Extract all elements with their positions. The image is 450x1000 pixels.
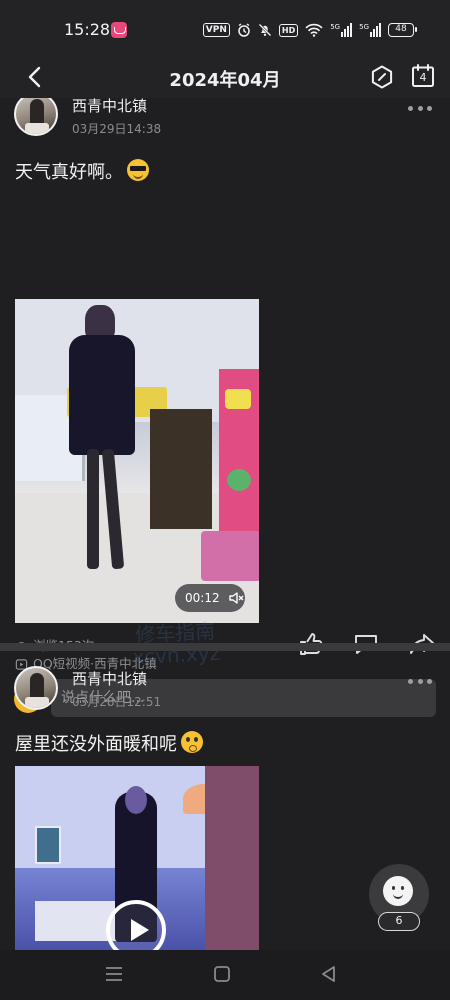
more-options-button[interactable] [408, 675, 432, 687]
video-player[interactable] [15, 766, 259, 950]
status-time: 15:28 [64, 20, 111, 39]
vpn-icon: VPN [202, 23, 230, 37]
wifi-icon [305, 23, 323, 37]
nav-bar: 2024年04月 4 [0, 58, 450, 98]
hexagon-filter-icon[interactable] [369, 64, 395, 90]
app-notification-icon [111, 22, 127, 38]
comment-row [0, 679, 450, 719]
back-triangle-icon[interactable] [318, 964, 340, 984]
calendar-button[interactable]: 4 [410, 63, 436, 89]
mute-bell-icon [258, 23, 272, 37]
mute-icon[interactable] [228, 590, 244, 606]
post-timestamp: 03月28日12:51 [72, 695, 162, 709]
hd-icon: HD [278, 23, 299, 37]
feed[interactable]: 西青中北镇 03月29日14:38 天气真好啊。 00:12 QQ短视频·西青中… [0, 98, 450, 950]
smiley-icon [383, 876, 413, 906]
more-options-button[interactable] [408, 102, 432, 114]
author-avatar[interactable] [14, 98, 58, 136]
flushed-emoji-icon [181, 731, 203, 753]
status-bar: 15:28 VPN HD 5G 5G 48 [0, 0, 450, 58]
play-button[interactable] [106, 900, 166, 950]
post-text: 天气真好啊。 [15, 158, 149, 184]
battery-icon: 48 [388, 23, 417, 37]
author-name[interactable]: 西青中北镇 [72, 98, 147, 116]
floating-count-badge[interactable]: 6 [378, 912, 420, 931]
home-icon[interactable] [211, 964, 233, 984]
video-duration-badge[interactable]: 00:12 [175, 584, 245, 612]
video-player[interactable]: 00:12 [15, 299, 259, 623]
calendar-day: 4 [419, 71, 427, 84]
post-text-content: 天气真好啊。 [15, 162, 123, 183]
post-text: 屋里还没外面暖和呢 [15, 730, 203, 756]
video-duration: 00:12 [185, 591, 220, 605]
author-avatar[interactable] [14, 666, 58, 710]
post-timestamp: 03月29日14:38 [72, 122, 162, 136]
menu-icon[interactable] [103, 964, 125, 984]
post-divider [0, 643, 450, 651]
alarm-icon [238, 23, 250, 37]
signal-icon-2: 5G [359, 23, 381, 37]
sunglasses-emoji-icon [127, 159, 149, 181]
signal-icon-1: 5G [330, 23, 353, 37]
author-name[interactable]: 西青中北镇 [72, 668, 147, 689]
post-text-content: 屋里还没外面暖和呢 [15, 734, 177, 755]
status-icons: VPN HD 5G 5G 48 [202, 21, 417, 39]
system-nav-bar [0, 950, 450, 1000]
